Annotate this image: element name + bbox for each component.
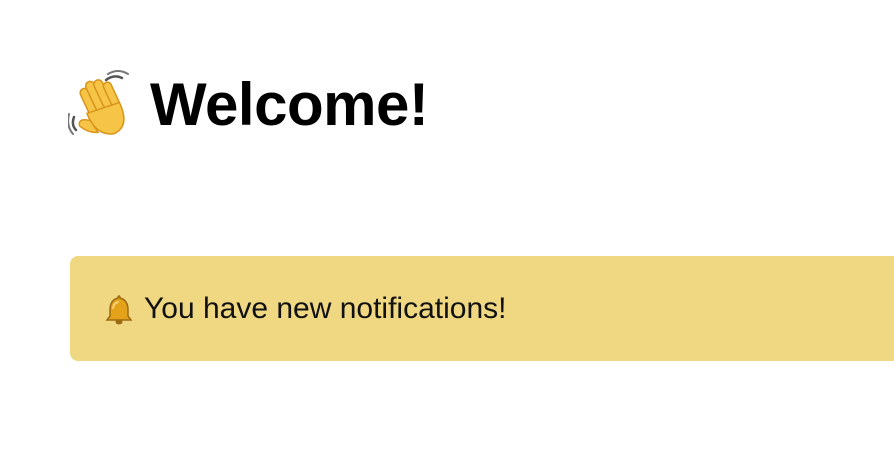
waving-hand-icon	[67, 70, 136, 140]
notification-message: You have new notifications!	[144, 291, 507, 325]
welcome-heading: Welcome!	[67, 70, 429, 140]
page: Welcome! You have new notifications!	[0, 0, 894, 476]
bell-icon	[102, 292, 136, 326]
welcome-title: Welcome!	[150, 71, 429, 138]
notification-banner: You have new notifications!	[70, 256, 894, 361]
